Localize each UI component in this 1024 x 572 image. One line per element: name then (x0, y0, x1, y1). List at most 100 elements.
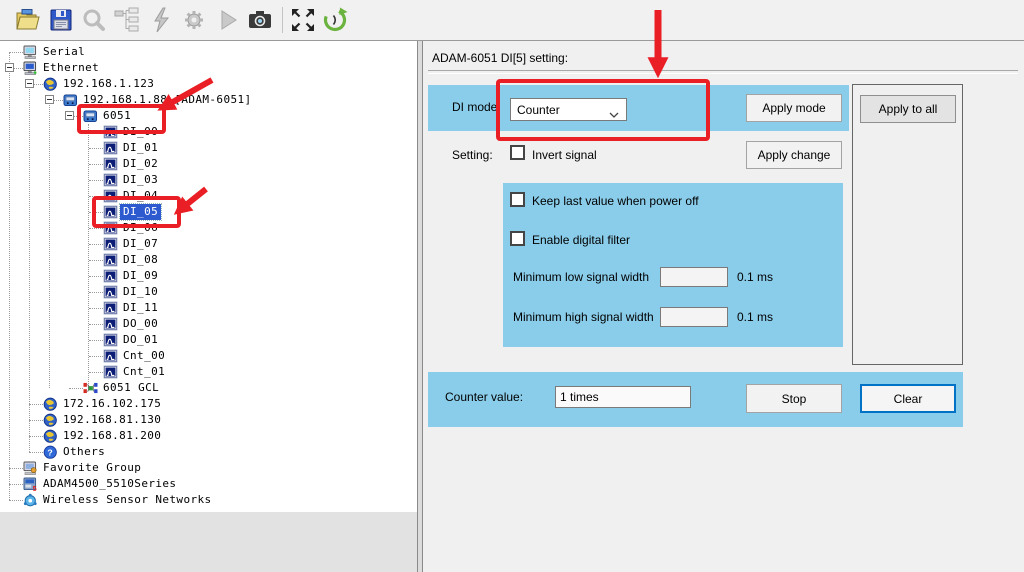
apply-to-all-button[interactable]: Apply to all (860, 95, 956, 123)
settings-button[interactable] (179, 5, 209, 35)
tree-item-ethernet[interactable]: Ethernet (0, 60, 417, 76)
tree-item-label[interactable]: DI_10 (120, 284, 161, 300)
invert-signal-label[interactable]: Invert signal (532, 148, 597, 162)
tree-item-label[interactable]: DI_02 (120, 156, 161, 172)
tree-item-di-00[interactable]: DI_00 (0, 124, 417, 140)
di-mode-band: DI mode: Counter Apply mode (428, 85, 849, 131)
counter-value-label: Counter value: (445, 390, 523, 404)
tree-item-label[interactable]: DO_01 (120, 332, 161, 348)
tree-item-label[interactable]: 192.168.1.88-[ADAM-6051] (80, 92, 255, 108)
tree-item-label[interactable]: Favorite Group (40, 460, 144, 476)
tree-item-di-04[interactable]: DI_04 (0, 188, 417, 204)
tree-item-label[interactable]: DI_06 (120, 220, 161, 236)
tree-item-label[interactable]: DI_07 (120, 236, 161, 252)
tree-collapse-toggle[interactable] (25, 79, 34, 88)
tree-item-label[interactable]: Ethernet (40, 60, 102, 76)
tree-item-label[interactable]: Serial (40, 44, 88, 60)
tree-item-label[interactable]: Cnt_01 (120, 364, 168, 380)
open-button[interactable] (12, 5, 42, 35)
tree-item-label[interactable]: Cnt_00 (120, 348, 168, 364)
tree-item-di-01[interactable]: DI_01 (0, 140, 417, 156)
tree-item-adam4500-5510series[interactable]: 5ADAM4500_5510Series (0, 476, 417, 492)
clear-button[interactable]: Clear (860, 384, 956, 413)
tree-item-di-07[interactable]: DI_07 (0, 236, 417, 252)
tree-item-label[interactable]: 192.168.81.130 (60, 412, 164, 428)
tree-item-di-08[interactable]: DI_08 (0, 252, 417, 268)
tree-item-cnt-01[interactable]: Cnt_01 (0, 364, 417, 380)
di-mode-dropdown[interactable]: Counter (510, 98, 627, 121)
tree-item-192-168-81-200[interactable]: 192.168.81.200 (0, 428, 417, 444)
tree-collapse-toggle[interactable] (45, 95, 54, 104)
tree-item-di-02[interactable]: DI_02 (0, 156, 417, 172)
tree-item-do-00[interactable]: DO_00 (0, 316, 417, 332)
tree-item-cnt-00[interactable]: Cnt_00 (0, 348, 417, 364)
counter-value-input[interactable] (555, 386, 691, 408)
tree-connector (69, 388, 83, 389)
tree-item-label[interactable]: 172.16.102.175 (60, 396, 164, 412)
tree-item-192-168-1-123[interactable]: 192.168.1.123 (0, 76, 417, 92)
tree-item-label[interactable]: 192.168.1.123 (60, 76, 157, 92)
tree-item-wireless-sensor-networks[interactable]: Wireless Sensor Networks (0, 492, 417, 508)
min-high-width-input[interactable] (660, 307, 728, 327)
tree-item-label[interactable]: DI_11 (120, 300, 161, 316)
apply-change-button[interactable]: Apply change (746, 141, 842, 169)
tree-item-label[interactable]: 6051 (100, 108, 134, 124)
monitor-icon (23, 45, 38, 59)
tree-collapse-toggle[interactable] (5, 63, 14, 72)
channel-icon (103, 285, 118, 299)
save-button[interactable] (46, 5, 76, 35)
tree-item-di-03[interactable]: DI_03 (0, 172, 417, 188)
tree-item-label[interactable]: DI_01 (120, 140, 161, 156)
enable-digital-filter-checkbox[interactable] (510, 231, 525, 246)
adam4500-icon: 5 (23, 477, 38, 491)
tree-item-di-06[interactable]: DI_06 (0, 220, 417, 236)
tree-item-label[interactable]: DI_05 (120, 204, 161, 220)
run-button[interactable] (212, 5, 242, 35)
tree-item-di-09[interactable]: DI_09 (0, 268, 417, 284)
enable-digital-filter-label[interactable]: Enable digital filter (532, 233, 630, 247)
tree-item-label[interactable]: ADAM4500_5510Series (40, 476, 179, 492)
apply-mode-button[interactable]: Apply mode (746, 94, 842, 122)
tree-item-6051[interactable]: 6051 (0, 108, 417, 124)
snapshot-button[interactable] (245, 5, 275, 35)
min-low-width-input[interactable] (660, 267, 728, 287)
tree-item-label[interactable]: Wireless Sensor Networks (40, 492, 215, 508)
tree-item-others[interactable]: ?Others (0, 444, 417, 460)
tree-item-192-168-81-130[interactable]: 192.168.81.130 (0, 412, 417, 428)
tree-connector (9, 468, 23, 469)
search-button[interactable] (79, 5, 109, 35)
tree-item-172-16-102-175[interactable]: 172.16.102.175 (0, 396, 417, 412)
tree-connector (34, 84, 43, 85)
tree-collapse-toggle[interactable] (65, 111, 74, 120)
toolbar (0, 0, 1024, 41)
tree-item-di-11[interactable]: DI_11 (0, 300, 417, 316)
invert-signal-checkbox[interactable] (510, 145, 525, 160)
tree-item-favorite-group[interactable]: Favorite Group (0, 460, 417, 476)
tree-item-serial[interactable]: Serial (0, 44, 417, 60)
tree-item-di-05[interactable]: DI_05 (0, 204, 417, 220)
refresh-button[interactable] (320, 5, 350, 35)
setting-label: Setting: (452, 148, 493, 162)
channel-icon (103, 157, 118, 171)
tree-item-do-01[interactable]: DO_01 (0, 332, 417, 348)
tree-item-label[interactable]: 192.168.81.200 (60, 428, 164, 444)
tree-item-label[interactable]: DI_00 (120, 124, 161, 140)
tree-item-di-10[interactable]: DI_10 (0, 284, 417, 300)
keep-last-value-checkbox[interactable] (510, 192, 525, 207)
tree-item-label[interactable]: DI_04 (120, 188, 161, 204)
tree-item-192-168-1-88-adam-6051-[interactable]: 192.168.1.88-[ADAM-6051] (0, 92, 417, 108)
tree-item-label[interactable]: DO_00 (120, 316, 161, 332)
tree-item-label[interactable]: 6051 GCL (100, 380, 162, 396)
page-title: ADAM-6051 DI[5] setting: (432, 51, 568, 65)
keep-last-value-label[interactable]: Keep last value when power off (532, 194, 699, 208)
tree-item-label[interactable]: DI_09 (120, 268, 161, 284)
tree-item-label[interactable]: Others (60, 444, 108, 460)
tree-item-label[interactable]: DI_08 (120, 252, 161, 268)
panel-splitter[interactable] (417, 41, 423, 572)
stop-button[interactable]: Stop (746, 384, 842, 413)
tree-item-label[interactable]: DI_03 (120, 172, 161, 188)
fullscreen-button[interactable] (288, 5, 318, 35)
tree-item-6051-gcl[interactable]: 6051 GCL (0, 380, 417, 396)
topology-button[interactable] (112, 5, 142, 35)
quick-connect-button[interactable] (146, 5, 176, 35)
